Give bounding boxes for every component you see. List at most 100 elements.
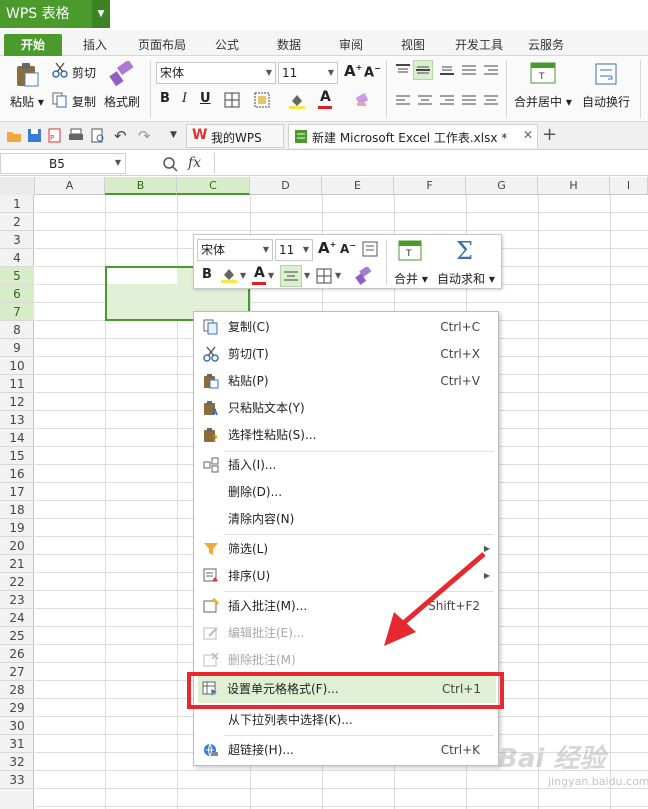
mini-format-painter-icon[interactable]	[354, 267, 372, 285]
paste-button[interactable]: 粘贴 ▾	[10, 93, 44, 110]
row-header[interactable]: 20	[0, 537, 34, 555]
column-header[interactable]: F	[394, 177, 466, 195]
fill-color-icon[interactable]	[288, 92, 306, 110]
row-header[interactable]: 31	[0, 735, 34, 753]
row-header[interactable]: 3	[0, 231, 34, 249]
text-orientation-icon[interactable]	[462, 64, 476, 76]
menu-item-hyperlink[interactable]: 超链接(H)... Ctrl+K	[194, 737, 498, 763]
tab-view[interactable]: 视图	[390, 34, 436, 56]
mini-fill-color-icon[interactable]	[220, 266, 238, 284]
format-painter-button[interactable]: 格式刷	[104, 93, 140, 110]
chevron-down-icon[interactable]: ▼	[335, 271, 341, 280]
bold-icon[interactable]: B	[160, 91, 170, 106]
distribute-icon[interactable]	[484, 94, 498, 106]
active-cell[interactable]	[107, 268, 177, 284]
column-header[interactable]: A	[35, 177, 105, 195]
mini-bold-icon[interactable]: B	[202, 267, 212, 282]
tab-formulas[interactable]: 公式	[204, 34, 250, 56]
borders-icon[interactable]	[224, 92, 240, 108]
row-header[interactable]: 22	[0, 573, 34, 591]
row-header[interactable]: 17	[0, 483, 34, 501]
tab-review[interactable]: 审阅	[328, 34, 374, 56]
wps-app-menu-button[interactable]: WPS 表格 ▼	[0, 0, 110, 28]
tab-my-wps[interactable]: W 我的WPS	[186, 124, 284, 148]
merge-center-button[interactable]: 合并居中 ▾	[514, 93, 572, 110]
export-pdf-icon[interactable]: P	[47, 128, 62, 143]
menu-item-clear-contents[interactable]: 清除内容(N)	[194, 506, 498, 532]
row-header[interactable]: 2	[0, 213, 34, 231]
row-header[interactable]: 10	[0, 357, 34, 375]
new-tab-button[interactable]: +	[542, 124, 557, 145]
column-header[interactable]: D	[250, 177, 322, 195]
print-icon[interactable]	[68, 128, 84, 143]
row-header[interactable]: 15	[0, 447, 34, 465]
menu-item-paste-special[interactable]: ? 选择性粘贴(S)...	[194, 422, 498, 448]
row-header[interactable]: 30	[0, 717, 34, 735]
copy-button[interactable]: 复制	[72, 93, 96, 110]
mini-merge-button[interactable]: 合并 ▾	[394, 270, 428, 287]
quick-access-dropdown-icon[interactable]: ▼	[170, 130, 177, 140]
align-top-icon[interactable]	[396, 64, 410, 76]
row-header[interactable]: 9	[0, 339, 34, 357]
mini-grow-font-icon[interactable]: A+	[318, 239, 336, 257]
row-header[interactable]: 12	[0, 393, 34, 411]
row-header[interactable]: 24	[0, 609, 34, 627]
column-header[interactable]: G	[466, 177, 538, 195]
menu-item-delete[interactable]: 删除(D)...	[194, 479, 498, 505]
row-header[interactable]: 4	[0, 249, 34, 267]
open-folder-icon[interactable]	[6, 129, 22, 143]
paste-icon[interactable]	[14, 62, 40, 88]
align-center-icon[interactable]	[418, 94, 432, 106]
insert-function-button[interactable]: fx	[188, 155, 201, 171]
row-header[interactable]: 16	[0, 465, 34, 483]
chevron-down-icon[interactable]: ▼	[92, 0, 110, 28]
close-icon[interactable]: ✕	[523, 128, 533, 142]
menu-item-paste[interactable]: 粘贴(P) Ctrl+V	[194, 368, 498, 394]
font-color-icon[interactable]: A	[320, 89, 331, 105]
row-header[interactable]: 25	[0, 627, 34, 645]
chevron-down-icon[interactable]: ▼	[268, 271, 274, 280]
row-header[interactable]: 11	[0, 375, 34, 393]
row-header[interactable]: 33	[0, 771, 34, 789]
column-header[interactable]: H	[538, 177, 610, 195]
italic-icon[interactable]: I	[182, 91, 187, 106]
cut-button[interactable]: 剪切	[72, 64, 96, 81]
tab-current-file[interactable]: 新建 Microsoft Excel 工作表.xlsx * ✕	[288, 124, 538, 148]
row-header[interactable]: 32	[0, 753, 34, 771]
font-name-combo[interactable]: 宋体 ▼	[156, 62, 276, 84]
formula-input[interactable]	[214, 153, 648, 174]
column-header[interactable]: C	[177, 177, 250, 195]
tab-home[interactable]: 开始	[4, 34, 62, 56]
menu-item-insert[interactable]: 插入(I)...	[194, 452, 498, 478]
save-icon[interactable]	[27, 128, 42, 143]
mini-format-icon[interactable]	[362, 241, 378, 257]
indent-icon[interactable]	[484, 64, 498, 76]
mini-font-color-icon[interactable]: A	[254, 265, 265, 281]
row-header[interactable]: 6	[0, 285, 34, 303]
row-header[interactable]: 26	[0, 645, 34, 663]
row-header[interactable]: 14	[0, 429, 34, 447]
cell-style-icon[interactable]	[254, 92, 270, 108]
select-all-corner[interactable]	[0, 177, 35, 195]
row-header[interactable]: 29	[0, 699, 34, 717]
row-header[interactable]: 18	[0, 501, 34, 519]
column-header[interactable]: E	[322, 177, 394, 195]
chevron-down-icon[interactable]: ▼	[240, 271, 246, 280]
menu-item-copy[interactable]: 复制(C) Ctrl+C	[194, 314, 498, 340]
row-header[interactable]: 7	[0, 303, 34, 321]
shrink-font-icon[interactable]: A−	[364, 64, 381, 80]
align-right-icon[interactable]	[440, 94, 454, 106]
grow-font-icon[interactable]: A+	[344, 62, 362, 80]
mini-font-name-combo[interactable]: 宋体 ▼	[197, 239, 273, 261]
clear-format-icon[interactable]	[354, 92, 370, 108]
row-header[interactable]: 23	[0, 591, 34, 609]
row-header[interactable]: 21	[0, 555, 34, 573]
row-header[interactable]: 1	[0, 195, 34, 213]
column-header[interactable]: I	[610, 177, 648, 195]
zoom-icon[interactable]	[162, 156, 178, 172]
menu-item-cut[interactable]: 剪切(T) Ctrl+X	[194, 341, 498, 367]
chevron-down-icon[interactable]: ▼	[304, 271, 310, 280]
mini-shrink-font-icon[interactable]: A−	[340, 241, 356, 256]
row-header[interactable]: 27	[0, 663, 34, 681]
underline-icon[interactable]: U	[200, 91, 211, 106]
